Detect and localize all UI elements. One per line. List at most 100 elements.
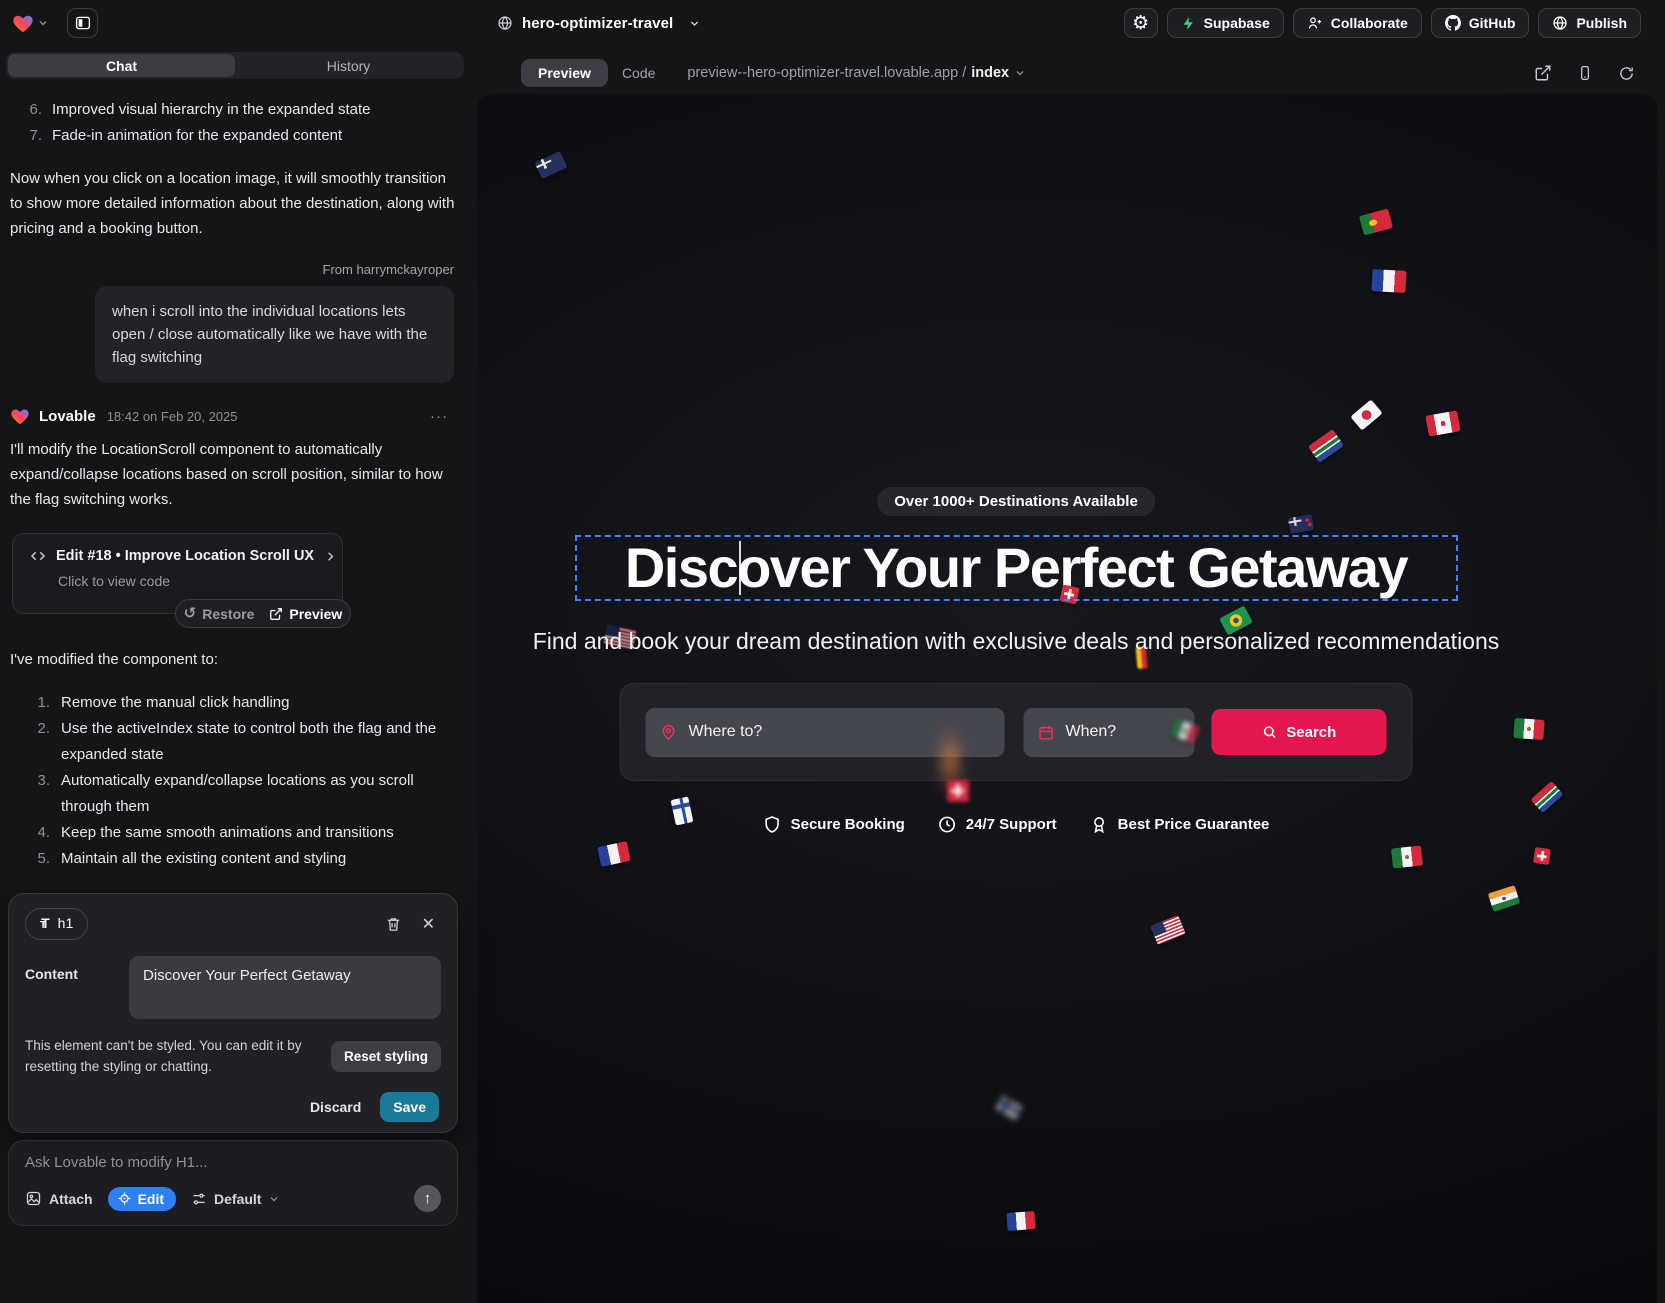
flag-india-icon — [1488, 885, 1521, 912]
preview-label: Preview — [289, 606, 342, 622]
restore-preview-pill: ↺ Restore Preview — [175, 599, 351, 628]
settings-button[interactable]: ⚙ — [1124, 8, 1158, 38]
feature-item: 24/7 Support — [938, 815, 1057, 834]
edit-mode-button[interactable]: Edit — [108, 1187, 176, 1211]
attach-button[interactable]: Attach — [25, 1190, 93, 1207]
panel-toggle-icon — [74, 14, 92, 32]
content-textarea[interactable]: Discover Your Perfect Getaway — [129, 956, 441, 1019]
flag-mexico-icon — [1513, 718, 1544, 740]
list-number: 2. — [34, 716, 50, 768]
text-caret — [739, 541, 741, 595]
element-tag-label: h1 — [58, 915, 74, 931]
when-placeholder: When? — [1065, 723, 1116, 741]
list-item: 7. Fade-in animation for the expanded co… — [10, 123, 462, 149]
tab-history[interactable]: History — [235, 54, 462, 77]
person-add-icon — [1307, 15, 1323, 31]
type-icon: TT — [40, 915, 50, 933]
clock-icon — [938, 815, 957, 834]
feature-label: Secure Booking — [791, 816, 905, 833]
save-button[interactable]: Save — [380, 1092, 439, 1122]
url-breadcrumb[interactable]: preview--hero-optimizer-travel.lovable.a… — [687, 65, 1026, 81]
supabase-button[interactable]: Supabase — [1167, 8, 1284, 38]
tab-chat[interactable]: Chat — [8, 54, 235, 77]
message-menu-icon[interactable]: ··· — [430, 408, 448, 425]
when-input[interactable]: When? — [1023, 708, 1194, 757]
search-icon — [1261, 724, 1277, 740]
shield-icon — [763, 815, 782, 834]
flag-finland-icon — [995, 1095, 1024, 1121]
edit-title: Edit #18 • Improve Location Scroll UX — [56, 548, 314, 564]
assistant-paragraph: I'll modify the LocationScroll component… — [10, 437, 462, 512]
mobile-view-icon[interactable] — [1577, 64, 1593, 82]
topbar-actions: ⚙ Supabase Collaborate GitHub — [1124, 8, 1641, 38]
edit-subtitle: Click to view code — [58, 573, 328, 589]
message-author-label: From harrymckayroper — [10, 262, 462, 277]
preview-panel: Preview Code preview--hero-optimizer-tra… — [472, 46, 1665, 1303]
tab-code[interactable]: Code — [622, 65, 655, 81]
list-item: 2. Use the activeIndex state to control … — [10, 716, 462, 768]
list-number: 6. — [24, 97, 42, 123]
preview-toolbar: Preview Code preview--hero-optimizer-tra… — [476, 53, 1657, 93]
feature-item: Secure Booking — [763, 815, 905, 834]
code-icon — [29, 547, 47, 565]
flag-japan-icon — [1350, 399, 1382, 430]
lovable-app-window: hero-optimizer-travel ⚙ Supabase Collabo… — [0, 0, 1665, 1303]
flag-south-africa-icon — [1531, 781, 1564, 813]
publish-label: Publish — [1576, 15, 1627, 31]
flag-france-icon — [597, 841, 631, 867]
list-text: Keep the same smooth animations and tran… — [61, 820, 394, 846]
lovable-heart-icon — [10, 407, 30, 425]
destinations-badge: Over 1000+ Destinations Available — [877, 487, 1155, 516]
github-button[interactable]: GitHub — [1431, 8, 1530, 38]
search-label: Search — [1286, 724, 1336, 741]
edit-label: Edit — [138, 1191, 164, 1207]
restore-label: Restore — [202, 606, 254, 622]
lovable-logo-menu[interactable] — [12, 13, 49, 33]
close-icon[interactable]: ✕ — [422, 914, 435, 934]
location-pin-icon — [660, 723, 678, 741]
chat-history-tabs: Chat History — [6, 52, 464, 79]
flag-australia-icon — [535, 151, 568, 179]
open-in-new-tab-icon[interactable] — [1534, 64, 1552, 82]
send-button[interactable]: ↑ — [414, 1185, 441, 1212]
url-page: index — [971, 65, 1009, 81]
project-selector[interactable]: hero-optimizer-travel — [497, 0, 701, 46]
trash-icon[interactable] — [385, 916, 402, 933]
discard-button[interactable]: Discard — [310, 1099, 361, 1115]
previous-steps-list: 6. Improved visual hierarchy in the expa… — [10, 97, 462, 149]
list-number: 5. — [34, 846, 50, 872]
chevron-down-icon — [1014, 67, 1026, 79]
restore-icon: ↺ — [184, 606, 197, 621]
chevron-down-icon — [688, 17, 701, 30]
chat-scroll[interactable]: 6. Improved visual hierarchy in the expa… — [10, 97, 462, 872]
preview-button[interactable]: Preview — [269, 606, 342, 622]
list-text: Maintain all the existing content and st… — [61, 846, 346, 872]
assistant-name: Lovable — [39, 408, 96, 425]
list-item: 1. Remove the manual click handling — [10, 690, 462, 716]
site-viewport: Over 1000+ Destinations Available Discov… — [477, 94, 1657, 1303]
publish-globe-icon — [1552, 15, 1568, 31]
gear-icon: ⚙ — [1132, 14, 1149, 33]
image-icon — [25, 1190, 42, 1207]
assistant-paragraph: Now when you click on a location image, … — [10, 166, 462, 241]
restore-button[interactable]: ↺ Restore — [184, 606, 255, 622]
sidebar-toggle-button[interactable] — [67, 8, 98, 38]
flag-usa-icon — [1150, 915, 1185, 945]
reset-styling-button[interactable]: Reset styling — [331, 1041, 441, 1072]
chevron-down-icon — [37, 17, 49, 29]
chat-input[interactable] — [25, 1154, 441, 1171]
element-tag-pill[interactable]: TT h1 — [25, 908, 88, 940]
refresh-icon[interactable] — [1618, 65, 1635, 82]
topbar: hero-optimizer-travel ⚙ Supabase Collabo… — [0, 0, 1665, 46]
list-item: 4. Keep the same smooth animations and t… — [10, 820, 462, 846]
flag-canada-icon — [1425, 410, 1460, 436]
mode-selector[interactable]: Default — [191, 1191, 280, 1207]
list-text: Improved visual hierarchy in the expande… — [52, 97, 371, 123]
tab-preview[interactable]: Preview — [521, 59, 608, 87]
calendar-icon — [1037, 724, 1054, 741]
collaborate-button[interactable]: Collaborate — [1293, 8, 1422, 38]
publish-button[interactable]: Publish — [1538, 8, 1641, 38]
search-button[interactable]: Search — [1211, 709, 1386, 755]
user-message-bubble: when i scroll into the individual locati… — [95, 286, 454, 383]
chevron-right-icon — [323, 549, 338, 564]
